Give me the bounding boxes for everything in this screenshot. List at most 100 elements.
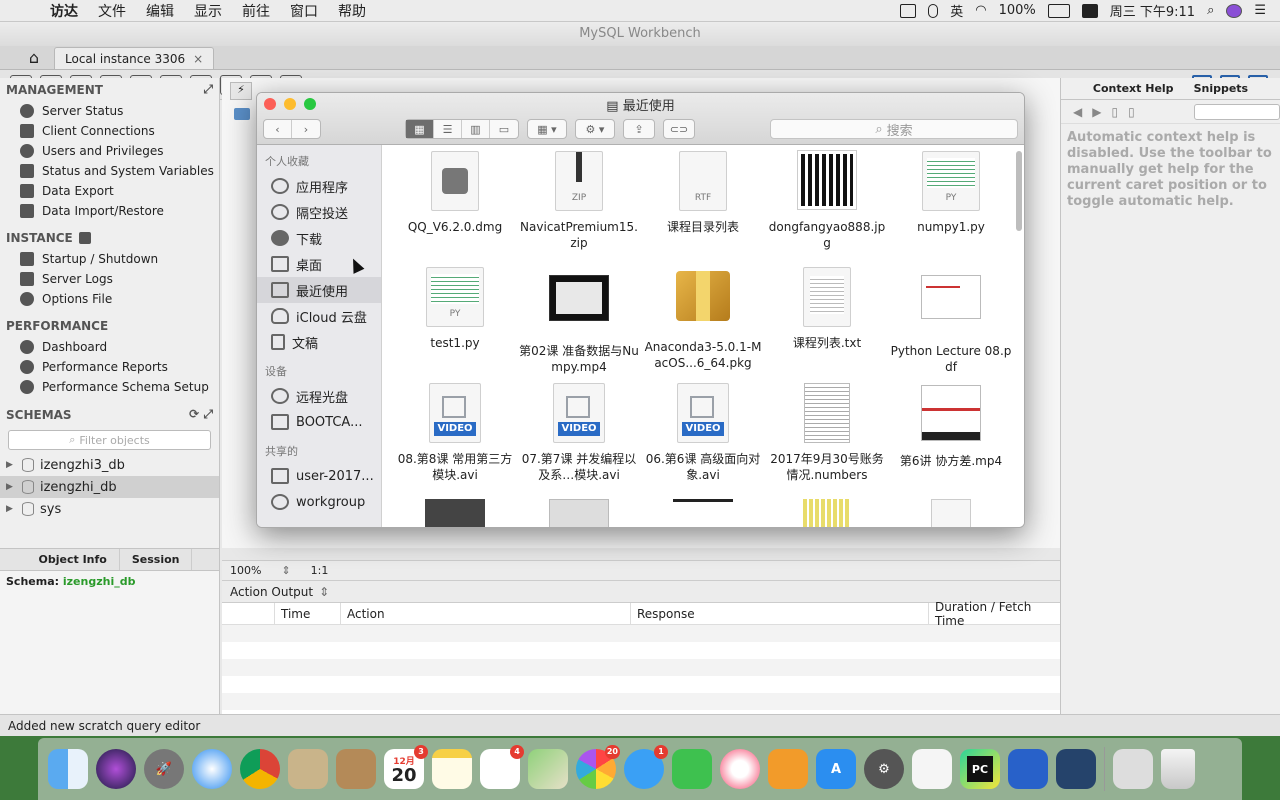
connection-tab[interactable]: Local instance 3306 × xyxy=(54,47,215,69)
forward-arrow-icon[interactable]: › xyxy=(292,120,320,138)
nav-status-variables[interactable]: Status and System Variables xyxy=(0,161,219,181)
file-item[interactable]: PY numpy1.py xyxy=(889,151,1013,235)
schema-row[interactable]: ▶ izengzhi3_db xyxy=(0,454,219,476)
sidebar-item-bootcamp[interactable]: BOOTCA... xyxy=(257,409,381,435)
file-item[interactable]: ZIP NavicatPremium15.zip xyxy=(517,151,641,251)
notes-app-icon[interactable] xyxy=(432,749,472,789)
file-item[interactable]: 课程列表.txt xyxy=(765,267,889,351)
disclosure-triangle-icon[interactable]: ▶ xyxy=(6,482,16,492)
sidebar-item-workgroup[interactable]: workgroup xyxy=(257,489,381,515)
facetime-app-icon[interactable] xyxy=(672,749,712,789)
file-item-partial[interactable] xyxy=(803,499,849,527)
pycharm-app-icon[interactable]: PC xyxy=(960,749,1000,789)
finder-app-icon[interactable] xyxy=(48,749,88,789)
input-source[interactable]: 英 xyxy=(950,1,963,20)
file-item[interactable]: VIDEO 07.第7课 并发编程以及系…模块.avi xyxy=(517,383,641,483)
group-by-button[interactable]: ▦ ▾ xyxy=(527,119,567,139)
zoom-level[interactable]: 100% xyxy=(230,564,261,577)
photos-app-icon[interactable]: 20 xyxy=(576,745,620,789)
nav-dashboard[interactable]: Dashboard xyxy=(0,337,219,357)
chrome-app-icon[interactable] xyxy=(240,749,280,789)
file-item-partial[interactable] xyxy=(425,499,485,527)
sidebar-item-shared-user[interactable]: user-2017... xyxy=(257,463,381,489)
tab-context-help[interactable]: Context Help xyxy=(1083,78,1184,99)
app-status-icon[interactable] xyxy=(1081,3,1098,18)
folder-icon[interactable] xyxy=(234,108,250,120)
auto-help-icon[interactable]: ▯ xyxy=(1128,105,1135,119)
back-arrow-icon[interactable]: ‹ xyxy=(264,120,292,138)
messages-app-icon[interactable]: 1 xyxy=(624,745,668,789)
col-action[interactable]: Action xyxy=(340,603,630,624)
disclosure-triangle-icon[interactable]: ▶ xyxy=(6,504,16,514)
chevron-updown-icon[interactable]: ⇕ xyxy=(319,585,329,599)
siri-app-icon[interactable] xyxy=(96,749,136,789)
col-response[interactable]: Response xyxy=(630,603,928,624)
help-search-input[interactable] xyxy=(1194,103,1280,120)
menu-go[interactable]: 前往 xyxy=(232,1,280,21)
sidebar-item-airdrop[interactable]: 隔空投送 xyxy=(257,199,381,225)
sidebar-item-applications[interactable]: 应用程序 xyxy=(257,173,381,199)
tab-object-info[interactable]: Object Info xyxy=(27,549,120,570)
share-button[interactable]: ⇪ xyxy=(623,119,655,139)
calendar-app-icon[interactable]: 12月 20 3 xyxy=(384,745,428,789)
nav-startup-shutdown[interactable]: Startup / Shutdown xyxy=(0,249,219,269)
sidebar-item-icloud[interactable]: iCloud 云盘 xyxy=(257,303,381,329)
col-duration[interactable]: Duration / Fetch Time xyxy=(928,600,1060,628)
file-item[interactable]: QQ_V6.2.0.dmg xyxy=(393,151,517,235)
battery-icon[interactable] xyxy=(1047,3,1070,18)
filter-objects-input[interactable]: ⌕ Filter objects xyxy=(8,430,211,450)
disclosure-triangle-icon[interactable]: ▶ xyxy=(6,460,16,470)
list-view-icon[interactable]: ☰ xyxy=(434,120,462,138)
file-item[interactable]: 第02课 准备数据与Numpy.mp4 xyxy=(517,267,641,375)
tab-session[interactable]: Session xyxy=(120,549,193,570)
menu-window[interactable]: 窗口 xyxy=(280,1,328,21)
sidebar-item-recents[interactable]: 最近使用 xyxy=(257,277,381,303)
trash-icon[interactable] xyxy=(1161,749,1195,789)
wifi-icon[interactable]: ◠ xyxy=(975,3,986,18)
nav-performance-schema-setup[interactable]: Performance Schema Setup xyxy=(0,377,219,397)
reminders-app-icon[interactable]: 4 xyxy=(480,745,524,789)
file-item[interactable]: 2017年9月30号账务情况.numbers xyxy=(765,383,889,483)
clock[interactable]: 周三 下午9:11 xyxy=(1110,1,1195,20)
file-item-partial[interactable] xyxy=(931,499,971,527)
nav-client-connections[interactable]: Client Connections xyxy=(0,121,219,141)
home-icon[interactable]: ⌂ xyxy=(14,45,54,69)
screen-record-icon[interactable] xyxy=(900,3,917,18)
menu-help[interactable]: 帮助 xyxy=(328,1,376,21)
icon-view-icon[interactable]: ▦ xyxy=(406,120,434,138)
menu-edit[interactable]: 编辑 xyxy=(136,1,184,21)
nav-users-privileges[interactable]: Users and Privileges xyxy=(0,141,219,161)
safari-app-icon[interactable] xyxy=(192,749,232,789)
zoom-stepper-icon[interactable]: ⇕ xyxy=(281,564,290,577)
file-item-partial[interactable] xyxy=(673,499,733,527)
menu-file[interactable]: 文件 xyxy=(88,1,136,21)
schema-row[interactable]: ▶ sys xyxy=(0,498,219,520)
nav-data-export[interactable]: Data Export xyxy=(0,181,219,201)
refresh-icon[interactable]: ⟳ ⤢ xyxy=(189,407,213,422)
launchpad-app-icon[interactable]: 🚀 xyxy=(144,749,184,789)
sidebar-item-remote-disc[interactable]: 远程光盘 xyxy=(257,383,381,409)
gallery-view-icon[interactable]: ▭ xyxy=(490,120,518,138)
eagle-app-icon[interactable] xyxy=(288,749,328,789)
textedit-app-icon[interactable] xyxy=(912,749,952,789)
system-preferences-icon[interactable]: ⚙ xyxy=(864,749,904,789)
maps-app-icon[interactable] xyxy=(528,749,568,789)
battery-percent[interactable]: 100% xyxy=(999,3,1036,18)
file-item-partial[interactable] xyxy=(549,499,609,527)
downloads-stack-icon[interactable] xyxy=(1113,749,1153,789)
nav-server-status[interactable]: Server Status xyxy=(0,101,219,121)
action-gear-button[interactable]: ⚙ ▾ xyxy=(575,119,615,139)
schema-row[interactable]: ▶ izengzhi_db xyxy=(0,476,219,498)
file-item[interactable]: RTF 课程目录列表 xyxy=(641,151,765,235)
col-time[interactable]: Time xyxy=(274,603,340,624)
forward-icon[interactable]: ▶ xyxy=(1092,105,1101,119)
nav-performance-reports[interactable]: Performance Reports xyxy=(0,357,219,377)
sidebar-item-documents[interactable]: 文稿 xyxy=(257,329,381,355)
siri-icon[interactable] xyxy=(1226,3,1243,18)
close-icon[interactable]: × xyxy=(193,52,203,66)
nav-server-logs[interactable]: Server Logs xyxy=(0,269,219,289)
sidebar-item-downloads[interactable]: 下载 xyxy=(257,225,381,251)
file-item[interactable]: VIDEO 06.第6课 高级面向对象.avi xyxy=(641,383,765,483)
music-app-icon[interactable] xyxy=(720,749,760,789)
vertical-scrollbar[interactable] xyxy=(1016,151,1022,231)
